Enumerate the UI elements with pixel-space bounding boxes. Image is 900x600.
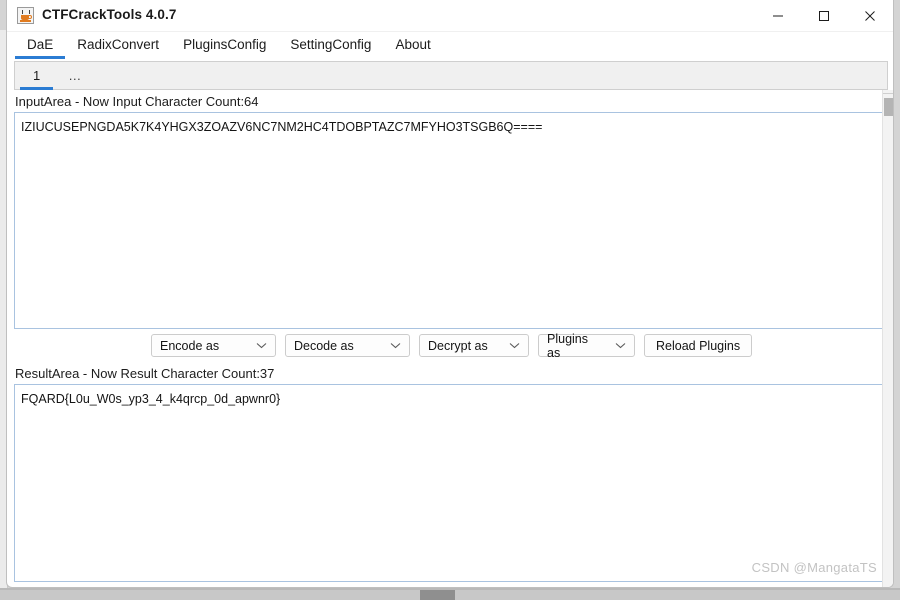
- scrollbar-track-line: [883, 93, 893, 94]
- input-textarea[interactable]: IZIUCUSEPNGDA5K7K4YHGX3ZOAZV6NC7NM2HC4TD…: [14, 112, 888, 329]
- chevron-down-icon: [389, 342, 401, 349]
- vertical-scrollbar-thumb[interactable]: [884, 98, 893, 116]
- title-bar: CTFCrackTools 4.0.7: [7, 0, 893, 32]
- screen: CTFCrackTools 4.0.7 DaE RadixConvert Plu…: [0, 0, 900, 600]
- decode-as-label: Decode as: [294, 338, 354, 353]
- document-tab-1[interactable]: 1: [20, 62, 54, 90]
- action-toolbar: Encode as Decode as Decrypt as Plugins a…: [7, 329, 893, 362]
- encode-as-dropdown[interactable]: Encode as: [151, 334, 276, 357]
- chevron-down-icon: [614, 342, 626, 349]
- document-tab-1-label: 1: [33, 67, 41, 83]
- window-vertical-scrollbar[interactable]: [882, 90, 893, 587]
- watermark: CSDN @MangataTS: [751, 560, 877, 575]
- java-coffee-cup-icon: [17, 7, 34, 24]
- document-tab-overflow-label: …: [68, 67, 83, 83]
- window-controls: [755, 0, 893, 31]
- decode-as-dropdown[interactable]: Decode as: [285, 334, 410, 357]
- close-icon[interactable]: [847, 0, 893, 31]
- input-textarea-value: IZIUCUSEPNGDA5K7K4YHGX3ZOAZV6NC7NM2HC4TD…: [21, 120, 543, 134]
- decrypt-as-dropdown[interactable]: Decrypt as: [419, 334, 529, 357]
- tab-settingconfig-label: SettingConfig: [290, 37, 372, 52]
- tab-about[interactable]: About: [383, 32, 442, 59]
- tab-pluginsconfig[interactable]: PluginsConfig: [171, 32, 278, 59]
- maximize-icon[interactable]: [801, 0, 847, 31]
- result-area-label: ResultArea - Now Result Character Count:…: [15, 366, 275, 381]
- encode-as-label: Encode as: [160, 338, 220, 353]
- minimize-icon[interactable]: [755, 0, 801, 31]
- reload-plugins-label: Reload Plugins: [656, 338, 741, 353]
- reload-plugins-button[interactable]: Reload Plugins: [644, 334, 753, 357]
- chevron-down-icon: [508, 342, 520, 349]
- window-title: CTFCrackTools 4.0.7: [42, 7, 177, 22]
- tab-dae[interactable]: DaE: [15, 32, 66, 59]
- tab-about-label: About: [395, 37, 431, 52]
- plugins-as-label: Plugins as: [547, 331, 588, 360]
- result-textarea-value: FQARD{L0u_W0s_yp3_4_k4qrcp_0d_apwnr0}: [21, 392, 281, 406]
- result-textarea[interactable]: FQARD{L0u_W0s_yp3_4_k4qrcp_0d_apwnr0} CS…: [14, 384, 888, 582]
- tab-radixconvert[interactable]: RadixConvert: [65, 32, 171, 59]
- chevron-down-icon: [255, 342, 267, 349]
- document-tab-overflow[interactable]: …: [58, 62, 93, 89]
- horizontal-scrollbar-thumb[interactable]: [420, 590, 455, 600]
- menu-bar: DaE RadixConvert PluginsConfig SettingCo…: [7, 32, 893, 61]
- decrypt-as-label: Decrypt as: [428, 338, 488, 353]
- tab-dae-label: DaE: [27, 37, 54, 52]
- application-window: CTFCrackTools 4.0.7 DaE RadixConvert Plu…: [6, 0, 894, 588]
- tab-pluginsconfig-label: PluginsConfig: [183, 37, 267, 52]
- tab-radixconvert-label: RadixConvert: [77, 37, 160, 52]
- plugins-as-dropdown[interactable]: Plugins as: [538, 331, 635, 360]
- input-area-label: InputArea - Now Input Character Count:64: [15, 94, 259, 109]
- tab-settingconfig[interactable]: SettingConfig: [278, 32, 383, 59]
- document-tab-strip: 1 …: [14, 61, 888, 90]
- page-horizontal-scrollbar[interactable]: [0, 590, 900, 600]
